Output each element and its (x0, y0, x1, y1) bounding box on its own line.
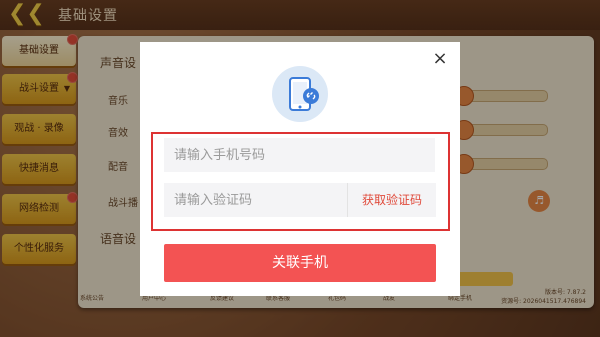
verification-code-input[interactable] (164, 183, 347, 217)
close-icon[interactable]: × (430, 49, 450, 69)
phone-link-icon (272, 66, 328, 122)
bind-phone-button[interactable]: 关联手机 (164, 244, 436, 282)
phone-number-input[interactable] (164, 138, 435, 172)
get-code-button[interactable]: 获取验证码 (347, 183, 436, 217)
